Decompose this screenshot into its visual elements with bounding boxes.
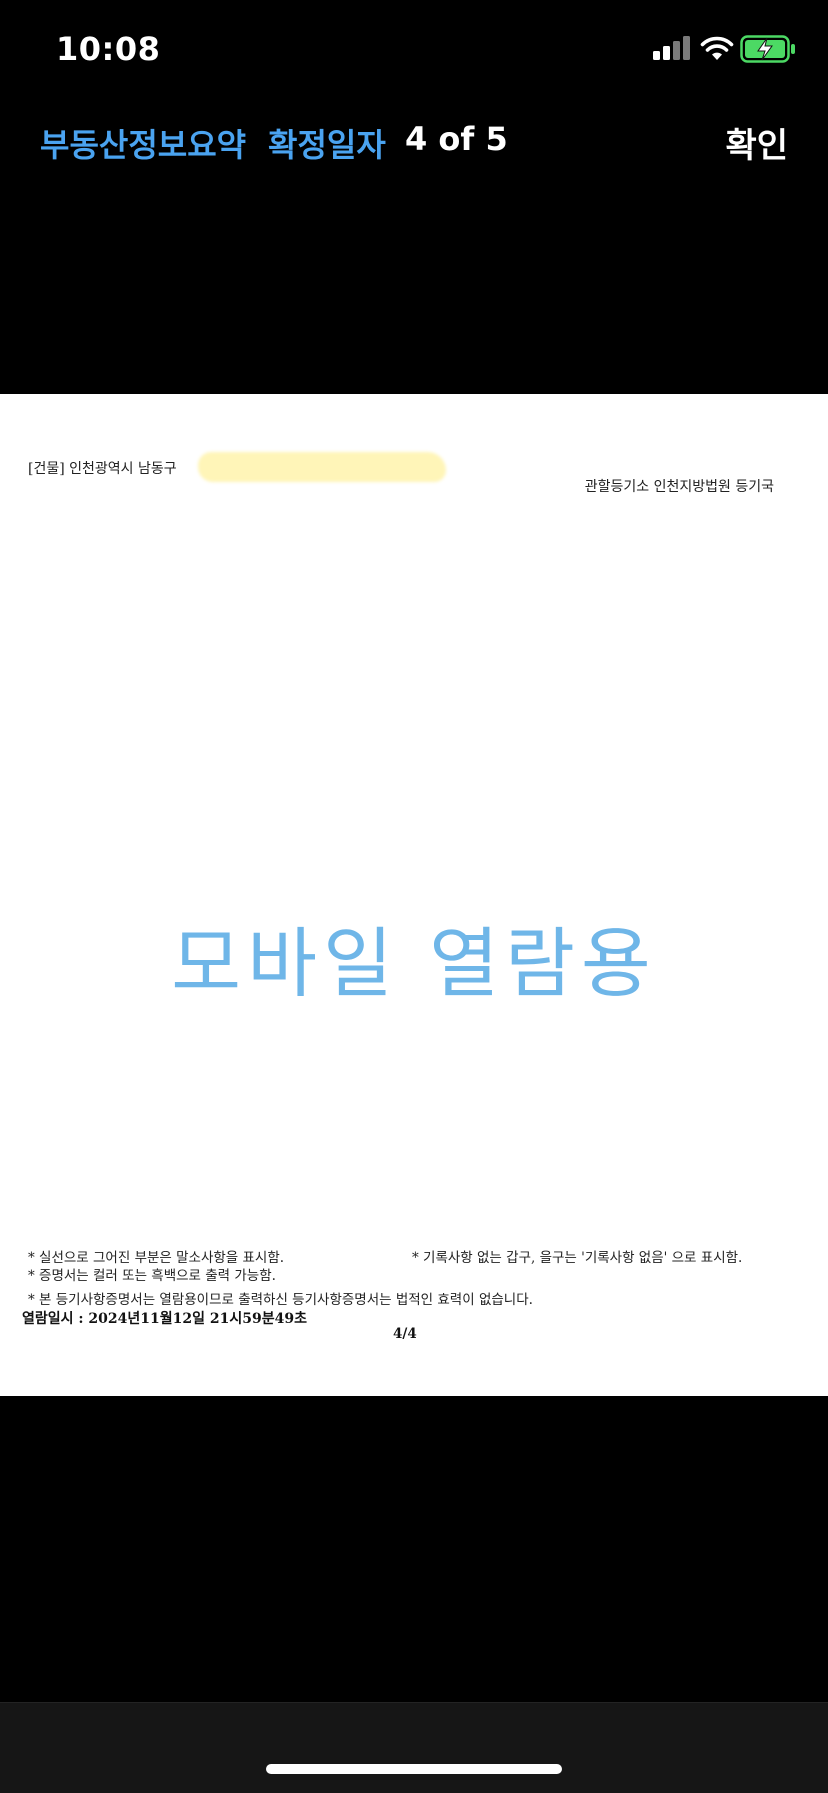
battery-charging-icon bbox=[740, 35, 795, 63]
viewed-datetime: 열람일시 : 2024년11월12일 21시59분49초 bbox=[22, 1311, 307, 1327]
note-strikethrough: * 실선으로 그어진 부분은 말소사항을 표시함. bbox=[28, 1250, 285, 1266]
cellular-signal-icon bbox=[653, 36, 690, 60]
wifi-icon bbox=[700, 36, 734, 60]
registry-office: 관할등기소 인천지방법원 등기국 bbox=[584, 479, 774, 495]
bottom-toolbar bbox=[0, 1702, 828, 1793]
address-redaction-highlight bbox=[198, 452, 446, 482]
nav-bar: 부동산정보요약 확정일자 4 of 5 확인 bbox=[0, 110, 828, 170]
building-address: [건물] 인천광역시 남동구 bbox=[28, 461, 177, 477]
document-page[interactable]: [건물] 인천광역시 남동구 관할등기소 인천지방법원 등기국 모바일 열람용 … bbox=[0, 394, 828, 1396]
status-time: 10:08 bbox=[56, 30, 161, 68]
confirm-button[interactable]: 확인 bbox=[725, 118, 788, 167]
home-indicator[interactable] bbox=[266, 1764, 562, 1774]
document-page-number: 4/4 bbox=[393, 1326, 417, 1342]
tab-property-summary[interactable]: 부동산정보요약 bbox=[40, 120, 246, 166]
note-no-records: * 기록사항 없는 갑구, 을구는 '기록사항 없음' 으로 표시함. bbox=[412, 1250, 743, 1266]
status-bar: 10:08 bbox=[0, 0, 828, 96]
tab-fixed-date[interactable]: 확정일자 bbox=[268, 120, 386, 166]
note-print-color: * 증명서는 컬러 또는 흑백으로 출력 가능함. bbox=[28, 1268, 276, 1284]
page-counter: 4 of 5 bbox=[405, 120, 508, 158]
mobile-view-watermark: 모바일 열람용 bbox=[171, 919, 657, 1008]
note-legal-effect: * 본 등기사항증명서는 열람용이므로 출력하신 등기사항증명서는 법적인 효력… bbox=[28, 1292, 533, 1308]
